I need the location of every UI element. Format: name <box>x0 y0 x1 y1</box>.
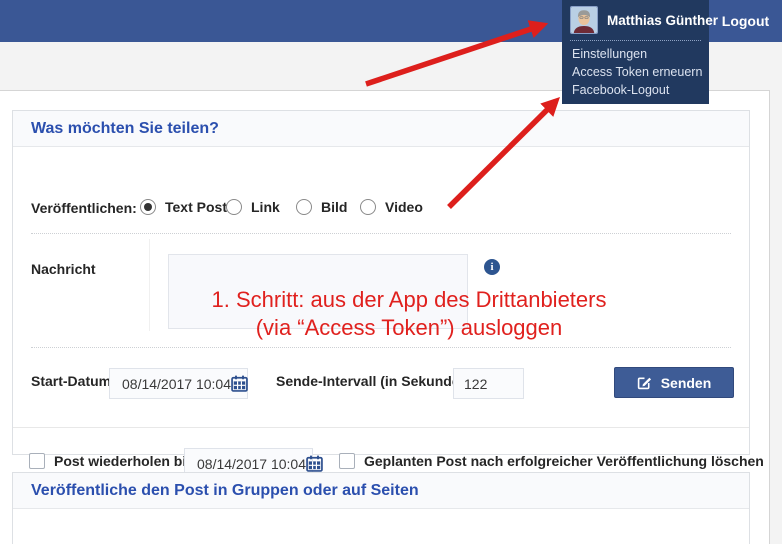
post-type-option-text-post: Text Post <box>140 199 227 215</box>
calendar-icon[interactable] <box>306 455 323 472</box>
groups-panel: Veröffentliche den Post in Gruppen oder … <box>12 472 750 544</box>
user-name[interactable]: Matthias Günther <box>607 13 718 28</box>
send-button-label: Senden <box>660 374 712 391</box>
user-dropdown-menu: Matthias Günther Einstellungen Access To… <box>562 0 718 104</box>
section-separator <box>13 427 749 428</box>
publish-type-label: Veröffentlichen: <box>31 200 137 216</box>
app-root: Logout Matthias Günther Einstellungen Ac… <box>0 0 782 544</box>
groups-panel-header: Veröffentliche den Post in Gruppen oder … <box>13 473 749 509</box>
post-type-option-video: Video <box>360 199 423 215</box>
radio-text-post[interactable] <box>140 199 156 215</box>
start-date-input[interactable]: 08/14/2017 10:04 <box>109 368 248 399</box>
start-date-label: Start-Datum <box>31 373 112 389</box>
share-panel-title: Was möchten Sie teilen? <box>31 120 219 137</box>
post-type-option-link: Link <box>226 199 280 215</box>
menu-items: Einstellungen Access Token erneuern Face… <box>562 41 709 99</box>
row-separator <box>31 347 731 348</box>
repeat-checkbox[interactable] <box>29 453 45 469</box>
repeat-date-value: 08/14/2017 10:04 <box>197 455 306 472</box>
user-avatar[interactable] <box>570 6 598 34</box>
radio-bild-label[interactable]: Bild <box>321 199 347 215</box>
menu-item-einstellungen[interactable]: Einstellungen <box>562 45 709 63</box>
menu-item-facebook-logout[interactable]: Facebook-Logout <box>562 81 709 99</box>
repeat-checkbox-label[interactable]: Post wiederholen bis <box>54 453 194 469</box>
calendar-icon[interactable] <box>231 375 248 392</box>
edit-icon <box>637 377 651 390</box>
user-menu-toggle[interactable]: Matthias Günther <box>562 0 718 40</box>
send-button[interactable]: Senden <box>614 367 734 398</box>
radio-link-label[interactable]: Link <box>251 199 280 215</box>
post-type-option-bild: Bild <box>296 199 347 215</box>
message-textarea[interactable] <box>168 254 468 329</box>
delete-after-option: Geplanten Post nach erfolgreicher Veröff… <box>339 453 764 469</box>
radio-video[interactable] <box>360 199 376 215</box>
radio-video-label[interactable]: Video <box>385 199 423 215</box>
radio-text-post-label[interactable]: Text Post <box>165 199 227 215</box>
share-panel-header: Was möchten Sie teilen? <box>13 111 749 147</box>
message-label: Nachricht <box>31 261 96 277</box>
radio-link[interactable] <box>226 199 242 215</box>
delete-after-checkbox[interactable] <box>339 453 355 469</box>
delete-after-checkbox-label[interactable]: Geplanten Post nach erfolgreicher Veröff… <box>364 453 764 469</box>
start-date-value: 08/14/2017 10:04 <box>122 375 231 392</box>
radio-bild[interactable] <box>296 199 312 215</box>
logout-button[interactable]: Logout <box>709 0 782 42</box>
interval-label: Sende-Intervall (in Sekunden) <box>276 373 473 389</box>
repeat-option: Post wiederholen bis <box>29 453 194 469</box>
interval-input[interactable] <box>453 368 524 399</box>
column-divider <box>149 239 150 331</box>
menu-item-access-token[interactable]: Access Token erneuern <box>562 63 709 81</box>
info-icon[interactable]: i <box>484 259 500 275</box>
row-separator <box>31 233 731 234</box>
groups-panel-title: Veröffentliche den Post in Gruppen oder … <box>31 482 419 499</box>
share-panel: Was möchten Sie teilen? Veröffentlichen:… <box>12 110 764 479</box>
